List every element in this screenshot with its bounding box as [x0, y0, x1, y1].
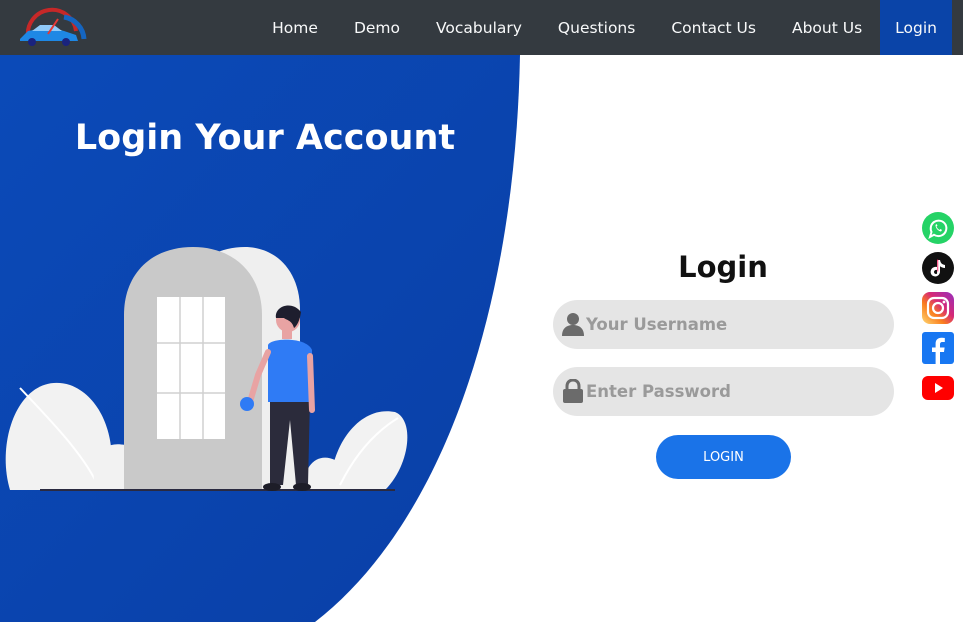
nav-home[interactable]: Home	[254, 0, 336, 55]
facebook-icon[interactable]	[921, 331, 955, 365]
navbar: Home Demo Vocabulary Questions Contact U…	[0, 0, 963, 55]
nav-demo[interactable]: Demo	[336, 0, 418, 55]
nav-about-us[interactable]: About Us	[774, 0, 880, 55]
nav-vocabulary[interactable]: Vocabulary	[418, 0, 540, 55]
username-input[interactable]	[586, 300, 876, 349]
instagram-icon[interactable]	[921, 291, 955, 325]
login-button[interactable]: LOGIN	[656, 435, 791, 479]
whatsapp-icon[interactable]	[921, 211, 955, 245]
nav-login[interactable]: Login	[880, 0, 952, 55]
car-logo-icon	[20, 7, 87, 46]
main-nav: Home Demo Vocabulary Questions Contact U…	[254, 0, 952, 55]
tiktok-icon[interactable]	[921, 251, 955, 285]
hero-title: Login Your Account	[74, 118, 456, 158]
brand-logo[interactable]	[14, 7, 88, 49]
password-input[interactable]	[586, 367, 876, 416]
nav-contact-us[interactable]: Contact Us	[653, 0, 774, 55]
door-illustration	[5, 247, 408, 491]
youtube-icon[interactable]	[921, 371, 955, 405]
nav-questions[interactable]: Questions	[540, 0, 653, 55]
login-form-title: Login	[678, 250, 768, 284]
password-field	[553, 367, 894, 416]
user-icon	[562, 313, 584, 336]
username-field	[553, 300, 894, 349]
lock-icon	[563, 379, 583, 403]
